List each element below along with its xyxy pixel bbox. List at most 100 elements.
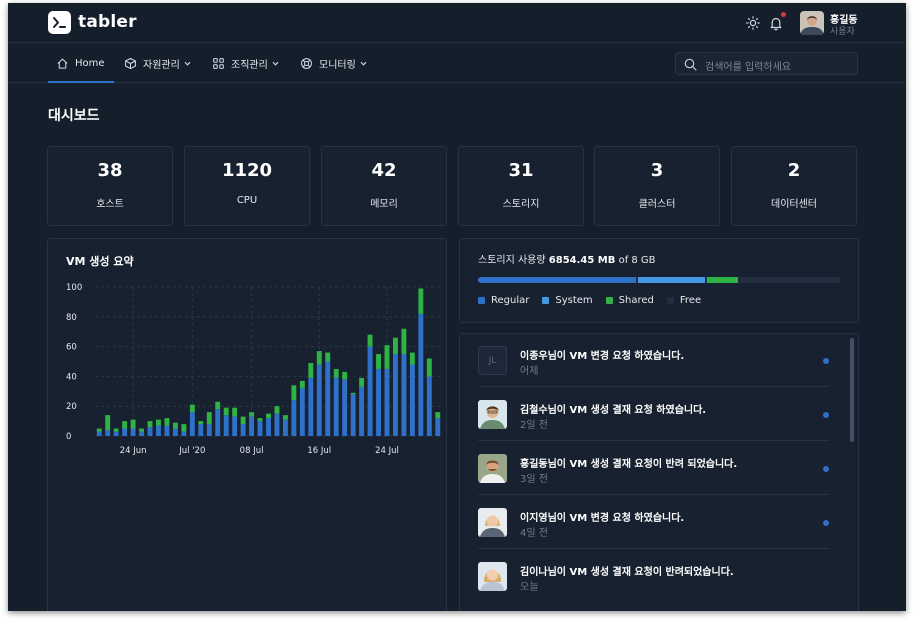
- app-window: tabler 홍길동 사용자 Home 자원관리 조직관리 모니터링 검색어를 …: [8, 3, 906, 611]
- bar-segment-series-1: [392, 354, 398, 436]
- avatar[interactable]: [800, 11, 824, 35]
- stat-card-storage[interactable]: 31 스토리지: [458, 146, 584, 226]
- nav-item-label: 조직관리: [231, 59, 268, 71]
- storage-title: 스토리지 사용량 6854.45 MB of 8 GB: [478, 251, 656, 266]
- bar-segment-series-2: [215, 401, 221, 410]
- bar-segment-series-2: [299, 380, 305, 389]
- activity-time: 오늘: [520, 582, 539, 593]
- user-role: 사용자: [830, 27, 855, 37]
- y-tick-label: 40: [66, 372, 77, 382]
- package-icon: [125, 57, 136, 69]
- bar-segment-series-1: [426, 376, 432, 436]
- bar-segment-series-1: [274, 413, 280, 436]
- legend-swatch: [542, 297, 550, 304]
- avatar: [478, 454, 507, 483]
- stat-card-memory[interactable]: 42 메모리: [321, 146, 447, 226]
- x-tick-label: 24 Jun: [120, 446, 147, 456]
- nav-item-label: Home: [75, 57, 105, 69]
- stat-label: 메모리: [370, 199, 398, 210]
- logo-icon[interactable]: [48, 11, 71, 34]
- nav-item-resources[interactable]: 자원관리: [124, 43, 192, 83]
- bar-segment-series-2: [342, 371, 348, 380]
- nav-item-home[interactable]: Home: [56, 43, 105, 83]
- bar-segment-series-2: [325, 352, 331, 362]
- storage-used: 6854.45 MB: [548, 255, 616, 266]
- legend-swatch: [666, 297, 674, 304]
- legend-item: Free: [666, 295, 701, 306]
- bar-segment-series-1: [206, 424, 212, 436]
- bar-segment-series-2: [206, 412, 212, 425]
- bar-segment-series-2: [333, 368, 339, 378]
- stat-card-hosts[interactable]: 38 호스트: [47, 146, 173, 226]
- vm-chart-card: VM 생성 요약 0 20 40 60 80 100 24 Jun Jul '20 08 Jul…: [47, 238, 447, 611]
- list-item[interactable]: 김이나님이 VM 생성 결재 요청이 반려되었습니다. 오늘: [478, 550, 829, 603]
- stat-value: 31: [508, 160, 534, 181]
- storage-card: 스토리지 사용량 6854.45 MB of 8 GB Regular Syste…: [459, 238, 859, 323]
- stat-card-cpu[interactable]: 1120 CPU: [184, 146, 310, 226]
- legend-label: System: [555, 295, 593, 306]
- top-header: tabler 홍길동 사용자: [8, 3, 906, 43]
- bar-segment-series-2: [181, 424, 187, 432]
- bar-segment-series-1: [156, 425, 161, 436]
- legend-item: System: [542, 295, 593, 306]
- list-item[interactable]: JL 이종우님이 VM 변경 요청 하였습니다. 어제: [478, 334, 829, 387]
- y-tick-label: 80: [66, 313, 77, 323]
- bar-segment-series-2: [384, 345, 390, 369]
- list-item[interactable]: 홍길동님이 VM 생성 결재 요청이 반려 되었습니다. 3일 전: [478, 442, 829, 495]
- stat-label: 데이터센터: [771, 199, 817, 210]
- bar-segment-series-2: [291, 385, 297, 401]
- bar-segment-series-2: [426, 358, 432, 377]
- list-item[interactable]: 김철수님이 VM 생성 결재 요청 하였습니다. 2일 전: [478, 388, 829, 441]
- bar-segment-series-2: [401, 328, 407, 355]
- chevron-down-icon: [184, 61, 191, 66]
- bar-segment-series-1: [384, 368, 390, 436]
- avatar: JL: [478, 346, 507, 375]
- legend-item: Shared: [605, 295, 654, 306]
- scrollbar[interactable]: [850, 338, 854, 442]
- bar-segment-series-2: [367, 334, 373, 347]
- stat-label: 스토리지: [502, 199, 540, 210]
- active-tab-indicator: [48, 81, 114, 83]
- bar-segment-series-2: [249, 412, 255, 417]
- search-input[interactable]: 검색어를 입력하세요: [675, 52, 858, 75]
- x-tick-label: 16 Jul: [307, 446, 331, 456]
- bar-segment-series-1: [189, 412, 195, 436]
- nav-item-organization[interactable]: 조직관리: [212, 43, 280, 83]
- stat-label: CPU: [236, 195, 258, 206]
- bar-segment-series-2: [257, 418, 263, 422]
- activity-time: 2일 전: [520, 420, 548, 431]
- progress-segment-system: [637, 277, 706, 283]
- bar-segment-series-2: [435, 412, 441, 419]
- chevron-down-icon: [360, 61, 367, 66]
- bar-segment-series-2: [96, 428, 102, 432]
- avatar: [478, 508, 507, 537]
- list-item[interactable]: 이지영님이 VM 변경 요청 하였습니다. 4일 전: [478, 496, 829, 549]
- activity-time: 3일 전: [520, 474, 548, 485]
- bar-segment-series-1: [435, 418, 441, 436]
- avatar: [478, 562, 507, 591]
- legend-label: Shared: [618, 295, 654, 306]
- x-tick-label: Jul '20: [178, 446, 205, 456]
- stat-value: 2: [787, 160, 801, 181]
- brand-name[interactable]: tabler: [78, 12, 137, 32]
- stat-card-datacenter[interactable]: 2 데이터센터: [731, 146, 857, 226]
- bar-segment-series-2: [113, 428, 119, 432]
- bar-segment-series-1: [342, 379, 348, 436]
- page-title: 대시보드: [48, 108, 100, 124]
- bar-segment-series-2: [156, 419, 161, 426]
- divider: [478, 440, 829, 441]
- vm-summary-chart: 0 20 40 60 80 100 24 Jun Jul '20 08 Jul 16 Jul 24 …: [66, 283, 442, 456]
- legend-swatch: [478, 297, 485, 304]
- nav-item-monitoring[interactable]: 모니터링: [300, 43, 368, 83]
- sun-icon[interactable]: [745, 15, 761, 31]
- bar-segment-series-1: [257, 421, 263, 436]
- bar-segment-series-1: [266, 418, 271, 436]
- bar-segment-series-1: [291, 400, 297, 436]
- stat-card-cluster[interactable]: 3 클러스터: [594, 146, 720, 226]
- bell-icon[interactable]: [768, 15, 784, 31]
- bar-segment-series-1: [409, 364, 415, 436]
- bar-segment-series-1: [105, 430, 111, 436]
- bar-segment-series-1: [359, 386, 365, 436]
- bar-segment-series-2: [147, 421, 153, 428]
- bar-segment-series-1: [299, 388, 305, 436]
